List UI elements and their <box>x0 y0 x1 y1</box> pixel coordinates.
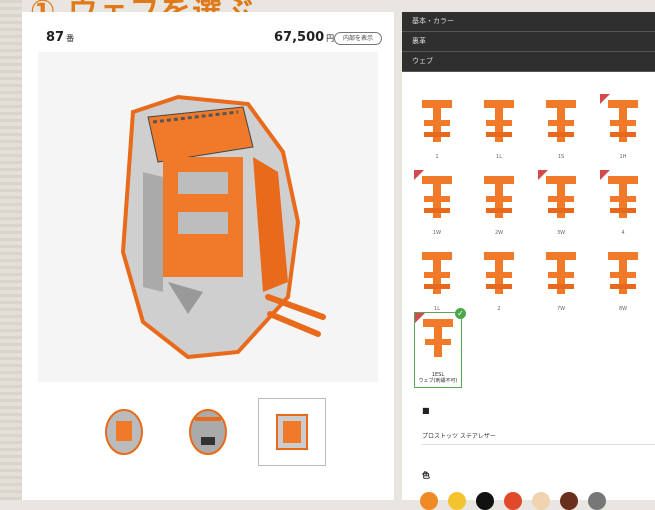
web-option[interactable]: 1 <box>414 94 460 160</box>
web-icon <box>608 252 638 294</box>
product-price: 67,500 円 <box>274 30 335 45</box>
new-flag <box>600 170 610 180</box>
web-option[interactable]: 8W <box>600 246 646 312</box>
web-icon <box>484 100 514 142</box>
web-option[interactable]: 1H <box>600 94 646 160</box>
web-option-label: 1S <box>557 154 565 160</box>
web-option[interactable]: 7W <box>538 246 584 312</box>
web-option-label: 1L <box>496 154 502 160</box>
menu-item-lining[interactable]: 裏革 <box>402 32 655 52</box>
web-option[interactable]: 4 <box>600 170 646 236</box>
web-icon <box>546 100 576 142</box>
background-texture <box>0 0 22 500</box>
web-option[interactable]: 1S <box>538 94 584 160</box>
web-icon <box>422 100 452 142</box>
product-preview-panel: 87 番 67,500 円 内部を表示 <box>22 12 394 500</box>
new-flag <box>538 170 548 180</box>
leather-select[interactable]: プロストッツ ステアレザー <box>422 430 655 445</box>
color-swatch[interactable] <box>560 492 578 510</box>
thumbnail-front[interactable] <box>90 398 158 466</box>
check-icon: ✓ <box>455 308 466 319</box>
product-count: 87 番 <box>46 30 75 45</box>
color-swatch[interactable] <box>504 492 522 510</box>
section-label-leather: ■ <box>422 406 430 415</box>
web-option[interactable]: 2 <box>476 246 522 312</box>
web-option[interactable]: 1L <box>476 94 522 160</box>
web-option-label: 8W <box>618 306 628 312</box>
color-swatch[interactable] <box>420 492 438 510</box>
web-option[interactable]: 3W <box>538 170 584 236</box>
web-option-grid: 1 1L 1S 1H 1W 2W 3W 4 1L 2 7W 8W <box>414 94 646 312</box>
web-option-label: 3W <box>556 230 566 236</box>
web-option-label: 2 <box>497 306 501 312</box>
web-option[interactable]: 2W <box>476 170 522 236</box>
menu-item-color[interactable]: 基本・カラー <box>402 12 655 32</box>
color-swatches <box>420 492 606 510</box>
web-option-label: 1H <box>619 154 627 160</box>
web-option-selected[interactable]: 1ESL ウェブ(刺繍不可) ✓ <box>414 308 466 388</box>
web-option-label: 4 <box>621 230 625 236</box>
menu-item-web[interactable]: ウェブ <box>402 52 655 72</box>
thumbnail-web[interactable] <box>258 398 326 466</box>
color-swatch[interactable] <box>476 492 494 510</box>
color-swatch[interactable] <box>532 492 550 510</box>
web-icon <box>484 176 514 218</box>
web-icon <box>422 252 452 294</box>
customize-panel: 基本・カラー 裏革 ウェブ 1 1L 1S 1H 1W 2W 3W 4 1L 2 7W 8W 1ESL… <box>402 12 655 510</box>
web-option[interactable]: 1W <box>414 170 460 236</box>
web-icon <box>484 252 514 294</box>
web-option-label: 1 <box>435 154 439 160</box>
web-icon <box>546 252 576 294</box>
new-flag <box>414 170 424 180</box>
color-swatch[interactable] <box>448 492 466 510</box>
tax-detail-button[interactable]: 内部を表示 <box>334 32 382 45</box>
web-option[interactable]: 1L <box>414 246 460 312</box>
web-option-label: 2W <box>494 230 504 236</box>
section-label-color: 色 <box>422 471 430 480</box>
web-option-selected-label: 1ESL ウェブ(刺繍不可) <box>418 372 458 384</box>
new-flag <box>600 94 610 104</box>
web-option-label: 7W <box>556 306 566 312</box>
glove-main-image <box>38 52 378 382</box>
web-option-label: 1W <box>432 230 442 236</box>
color-swatch[interactable] <box>588 492 606 510</box>
thumbnail-strip <box>90 398 326 466</box>
thumbnail-back[interactable] <box>174 398 242 466</box>
new-flag <box>415 313 425 323</box>
